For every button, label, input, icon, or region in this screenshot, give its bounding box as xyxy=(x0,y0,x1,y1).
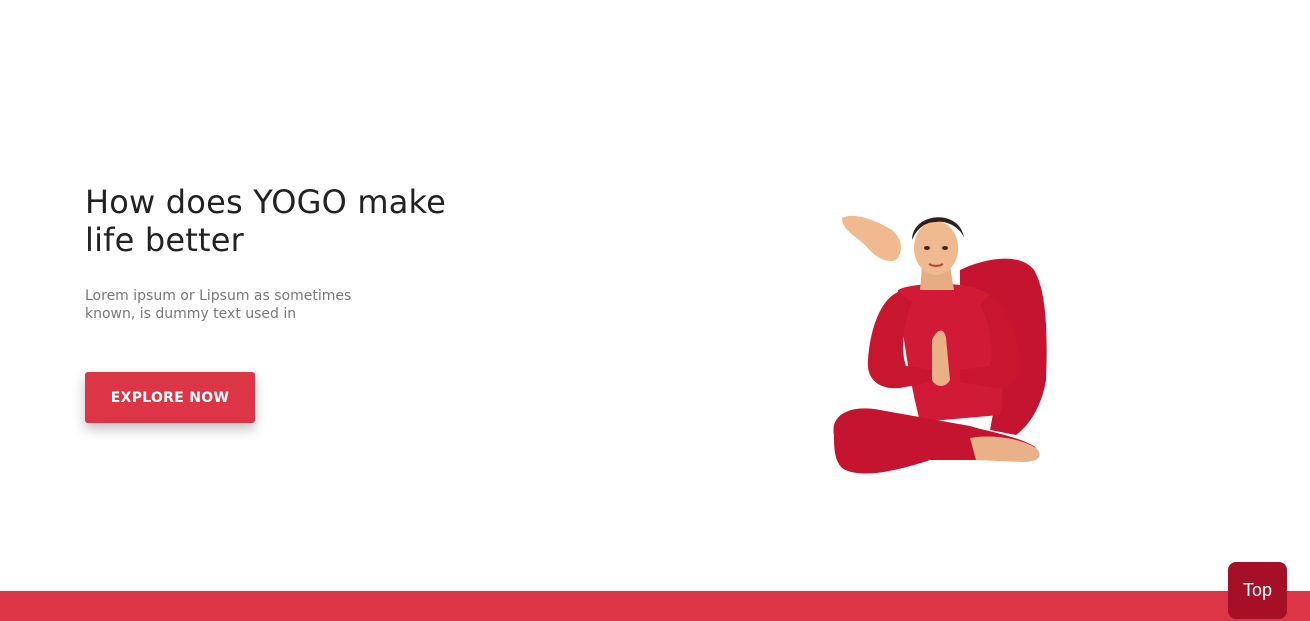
hero-description: Lorem ipsum or Lipsum as sometimes known… xyxy=(85,288,352,322)
footer-bar xyxy=(0,591,1310,621)
page: How does YOGO make life better Lorem ips… xyxy=(0,0,1310,621)
explore-now-button[interactable]: EXPLORE NOW xyxy=(85,372,255,423)
yoga-pose-illustration-icon xyxy=(833,215,1047,474)
back-to-top-button[interactable]: Top xyxy=(1228,562,1287,619)
hero-title: How does YOGO make life better xyxy=(85,183,447,259)
yoga-pose-image xyxy=(820,190,1060,485)
